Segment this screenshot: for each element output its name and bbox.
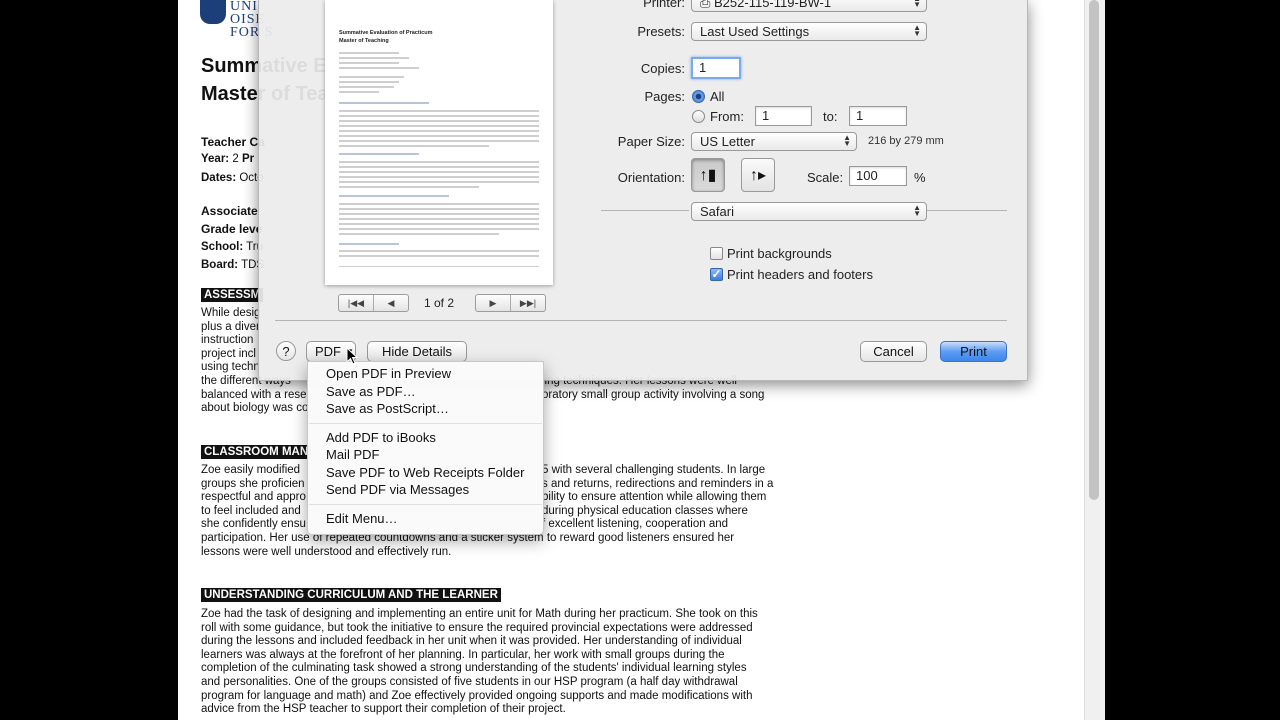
copies-label: Copies: — [640, 61, 685, 76]
print-backgrounds-checkbox[interactable] — [710, 247, 723, 260]
help-button[interactable]: ? — [276, 341, 296, 361]
menu-item-mail-pdf[interactable]: Mail PDF — [326, 447, 379, 462]
mouse-cursor-icon — [346, 347, 358, 365]
document-scrollbar[interactable] — [1084, 0, 1105, 720]
paper-dimensions: 216 by 279 mm — [868, 135, 944, 147]
print-button[interactable]: Print — [940, 341, 1007, 362]
preview-title1: Summative Evaluation of Practicum — [339, 30, 433, 36]
grade-label: Grade leve — [201, 222, 263, 236]
presets-popup[interactable]: Last Used Settings ▲ ▼ — [691, 22, 927, 41]
print-dialog: Summative Evaluation of Practicum Master… — [258, 0, 1028, 381]
hide-details-button[interactable]: Hide Details — [367, 341, 467, 362]
paper-size-popup[interactable]: US Letter ▲ ▼ — [691, 132, 857, 151]
previous-page-icon[interactable]: ◀ — [374, 295, 408, 311]
portrait-orientation-icon[interactable]: ↑▮ — [691, 158, 725, 192]
orientation-label: Orientation: — [617, 170, 685, 185]
pages-from-field[interactable]: 1 — [755, 106, 812, 126]
pages-from-label: From: — [710, 109, 744, 124]
university-crest-icon — [200, 0, 226, 24]
print-backgrounds-label: Print backgrounds — [727, 246, 832, 261]
menu-item-save-pdf-web-receipts[interactable]: Save PDF to Web Receipts Folder — [326, 465, 524, 480]
next-page-icon[interactable]: ▶ — [476, 295, 511, 311]
year-line: Year: 2 Pr — [201, 153, 255, 165]
printer-icon: ⎙ — [700, 0, 715, 10]
pages-all-label: All — [710, 89, 725, 104]
board-line: Board: TDS — [201, 259, 265, 271]
dates-line: Dates: Octo — [201, 172, 264, 184]
section-heading-curriculum: UNDERSTANDING CURRICULUM AND THE LEARNER — [201, 588, 501, 602]
scale-label: Scale: — [807, 170, 844, 185]
teacher-candidate-label: Teacher Ca — [201, 135, 265, 149]
pages-from-radio[interactable] — [692, 110, 705, 123]
pdf-dropdown-menu: Open PDF in Preview Save as PDF… Save as… — [307, 361, 544, 535]
print-headers-footers-label: Print headers and footers — [727, 267, 873, 282]
pages-all-radio[interactable] — [692, 90, 705, 103]
scale-unit: % — [914, 170, 926, 185]
menu-item-open-pdf-preview[interactable]: Open PDF in Preview — [326, 366, 451, 381]
pages-to-field[interactable]: 1 — [849, 106, 907, 126]
menu-item-send-pdf-messages[interactable]: Send PDF via Messages — [326, 482, 469, 497]
landscape-orientation-icon[interactable]: ↑▸ — [741, 158, 775, 192]
preview-pager-forward: ▶ ▶▶| — [475, 294, 546, 312]
menu-item-add-pdf-ibooks[interactable]: Add PDF to iBooks — [326, 430, 436, 445]
preview-pager-back: |◀◀ ◀ — [338, 294, 409, 312]
print-preview-thumbnail: Summative Evaluation of Practicum Master… — [325, 0, 553, 285]
section-curriculum-paragraph: Zoe had the task of designing and implem… — [201, 608, 758, 716]
menu-item-save-as-postscript[interactable]: Save as PostScript… — [326, 401, 449, 416]
last-page-icon[interactable]: ▶▶| — [511, 295, 545, 311]
preview-title2: Master of Teaching — [339, 38, 389, 44]
section-heading-assessment: ASSESSM — [201, 288, 264, 302]
page-count: 1 of 2 — [424, 296, 455, 310]
app-section-popup[interactable]: Safari ▲ ▼ — [691, 202, 927, 221]
section-heading-classroom: CLASSROOM MAN — [201, 445, 312, 459]
cancel-button[interactable]: Cancel — [860, 341, 927, 362]
paper-size-label: Paper Size: — [617, 134, 685, 149]
menu-item-save-as-pdf[interactable]: Save as PDF… — [326, 384, 416, 399]
scale-field[interactable]: 100 — [849, 166, 907, 186]
printer-popup[interactable]: ⎙ B252-115-119-BW-1▲▼ — [691, 0, 927, 12]
first-page-icon[interactable]: |◀◀ — [339, 295, 374, 311]
school-line: School: Tru — [201, 241, 263, 253]
section-classroom-paragraph-right: 5 with several challenging students. In … — [542, 464, 774, 531]
print-headers-footers-checkbox[interactable]: ✓ — [710, 268, 723, 281]
presets-label: Presets: — [637, 24, 685, 39]
associate-label: Associate — [201, 204, 258, 218]
pages-label: Pages: — [644, 89, 685, 104]
copies-field[interactable]: 1 — [691, 57, 741, 79]
printer-label: Printer: — [643, 0, 685, 10]
menu-item-edit-menu[interactable]: Edit Menu… — [326, 511, 398, 526]
scrollbar-thumb[interactable] — [1089, 0, 1099, 500]
pages-to-label: to: — [823, 109, 838, 124]
